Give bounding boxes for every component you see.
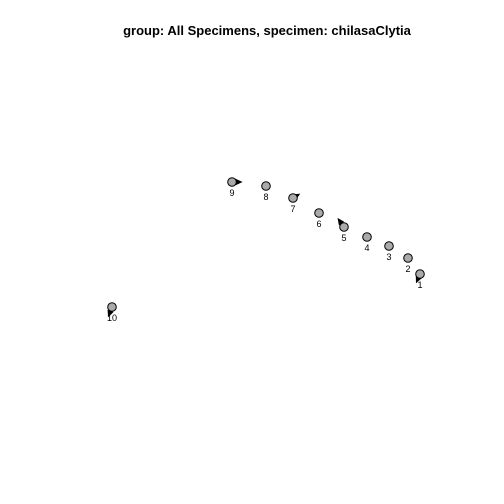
landmark-label-8: 8 bbox=[263, 192, 268, 202]
landmark-point-6 bbox=[314, 208, 324, 218]
landmark-label-6: 6 bbox=[316, 219, 321, 229]
landmark-point-7 bbox=[288, 193, 298, 203]
landmark-point-1 bbox=[415, 269, 425, 279]
landmark-label-2: 2 bbox=[405, 264, 410, 274]
landmark-point-3 bbox=[384, 241, 394, 251]
landmark-point-5 bbox=[339, 222, 349, 232]
chart-plot: group: All Specimens, specimen: chilasaC… bbox=[107, 23, 425, 323]
landmark-point-4 bbox=[362, 232, 372, 242]
landmark-point-2 bbox=[403, 253, 413, 263]
landmark-label-9: 9 bbox=[229, 188, 234, 198]
landmark-label-7: 7 bbox=[290, 204, 295, 214]
landmark-label-10: 10 bbox=[107, 313, 117, 323]
landmark-label-3: 3 bbox=[386, 252, 391, 262]
landmark-point-9 bbox=[227, 177, 237, 187]
landmark-label-1: 1 bbox=[417, 280, 422, 290]
landmark-point-10 bbox=[107, 302, 117, 312]
landmark-point-8 bbox=[261, 181, 271, 191]
chart-title: group: All Specimens, specimen: chilasaC… bbox=[123, 23, 412, 38]
landmark-label-5: 5 bbox=[341, 233, 346, 243]
chart-marks: 12 3 4 5 6 7 8 9 10 bbox=[107, 177, 425, 323]
landmark-label-4: 4 bbox=[364, 243, 369, 253]
